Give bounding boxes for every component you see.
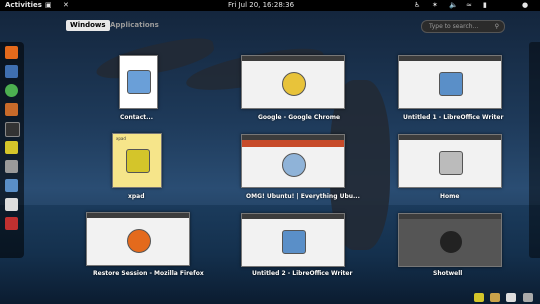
ubuntu-one-icon[interactable] bbox=[5, 217, 18, 230]
tab-applications[interactable]: Applications bbox=[106, 20, 163, 31]
activities-button[interactable]: Activities bbox=[5, 0, 42, 11]
window-thumbnail[interactable] bbox=[241, 55, 345, 109]
notification-tray-icon[interactable] bbox=[523, 293, 533, 302]
title-bar bbox=[399, 135, 501, 140]
window-thumbnail[interactable] bbox=[241, 134, 345, 188]
window-caption: xpad bbox=[128, 193, 145, 200]
window-thumbnail[interactable] bbox=[241, 213, 345, 267]
calculator-icon[interactable] bbox=[5, 198, 18, 211]
bluetooth-icon[interactable]: ✶ bbox=[432, 0, 438, 11]
window-thumbnail[interactable]: xpad bbox=[112, 133, 162, 188]
xpad-note-title: xpad bbox=[116, 136, 126, 141]
file-manager-app-icon bbox=[439, 151, 463, 175]
ubuntu-software-icon[interactable] bbox=[5, 103, 18, 116]
accessibility-icon[interactable]: ♿ bbox=[414, 0, 420, 11]
terminal-icon[interactable] bbox=[5, 122, 20, 137]
firefox-icon[interactable] bbox=[5, 46, 18, 59]
contacts-app-icon bbox=[127, 70, 151, 94]
title-bar bbox=[87, 213, 189, 218]
network-icon[interactable]: ≈ bbox=[466, 0, 472, 11]
clock[interactable]: Fri Jul 20, 16:28:36 bbox=[228, 0, 294, 11]
window-thumbnail[interactable] bbox=[398, 213, 502, 267]
window-thumbnail[interactable] bbox=[86, 212, 190, 266]
xpad-app-icon bbox=[126, 149, 150, 173]
chat-tray-icon[interactable] bbox=[506, 293, 516, 302]
dash bbox=[0, 42, 24, 258]
workspace-switcher[interactable] bbox=[529, 42, 540, 258]
writer-app-icon bbox=[282, 230, 306, 254]
title-bar bbox=[242, 56, 344, 61]
window-caption: Untitled 1 - LibreOffice Writer bbox=[403, 114, 504, 121]
window-caption: Untitled 2 - LibreOffice Writer bbox=[252, 270, 353, 277]
search-icon: ⚲ bbox=[494, 23, 499, 30]
volume-icon[interactable]: 🔈 bbox=[449, 0, 458, 11]
writer-app-icon bbox=[439, 72, 463, 96]
search-input[interactable]: Type to search... ⚲ bbox=[421, 20, 505, 33]
close-icon[interactable]: ✕ bbox=[63, 0, 69, 11]
window-thumbnail[interactable] bbox=[398, 134, 502, 188]
window-caption: Home bbox=[440, 193, 460, 200]
window-caption: OMG! Ubuntu! | Everything Ubu... bbox=[246, 193, 360, 200]
window-thumbnail[interactable] bbox=[119, 55, 158, 109]
page-header bbox=[242, 140, 344, 147]
folder-tray-icon[interactable] bbox=[490, 293, 500, 302]
shotwell-app-icon bbox=[439, 230, 463, 254]
title-bar bbox=[399, 214, 501, 219]
title-bar bbox=[242, 214, 344, 219]
window-thumbnail[interactable] bbox=[398, 55, 502, 109]
xpad-tray-icon[interactable] bbox=[474, 293, 484, 302]
tab-windows[interactable]: Windows bbox=[66, 20, 110, 31]
user-menu-icon[interactable]: ● bbox=[522, 0, 528, 11]
window-caption: Shotwell bbox=[433, 270, 463, 277]
window-caption: Contact... bbox=[120, 114, 153, 121]
window-switcher-icon[interactable]: ▣ bbox=[45, 0, 52, 11]
search-placeholder: Type to search... bbox=[429, 23, 479, 30]
libreoffice-writer-icon[interactable] bbox=[5, 179, 18, 192]
top-panel: Activities ▣ ✕ Fri Jul 20, 16:28:36 ♿ ✶ … bbox=[0, 0, 540, 11]
window-caption: Google - Google Chrome bbox=[258, 114, 341, 121]
chrome-icon[interactable] bbox=[5, 84, 18, 97]
settings-icon[interactable] bbox=[5, 160, 18, 173]
firefox-app-icon bbox=[127, 229, 151, 253]
title-bar bbox=[399, 56, 501, 61]
battery-icon[interactable]: ▮ bbox=[483, 0, 487, 11]
xpad-icon[interactable] bbox=[5, 141, 18, 154]
chrome-app-icon bbox=[282, 153, 306, 177]
window-caption: Restore Session - Mozilla Firefox bbox=[93, 270, 204, 277]
chrome-app-icon bbox=[282, 72, 306, 96]
thunderbird-icon[interactable] bbox=[5, 65, 18, 78]
